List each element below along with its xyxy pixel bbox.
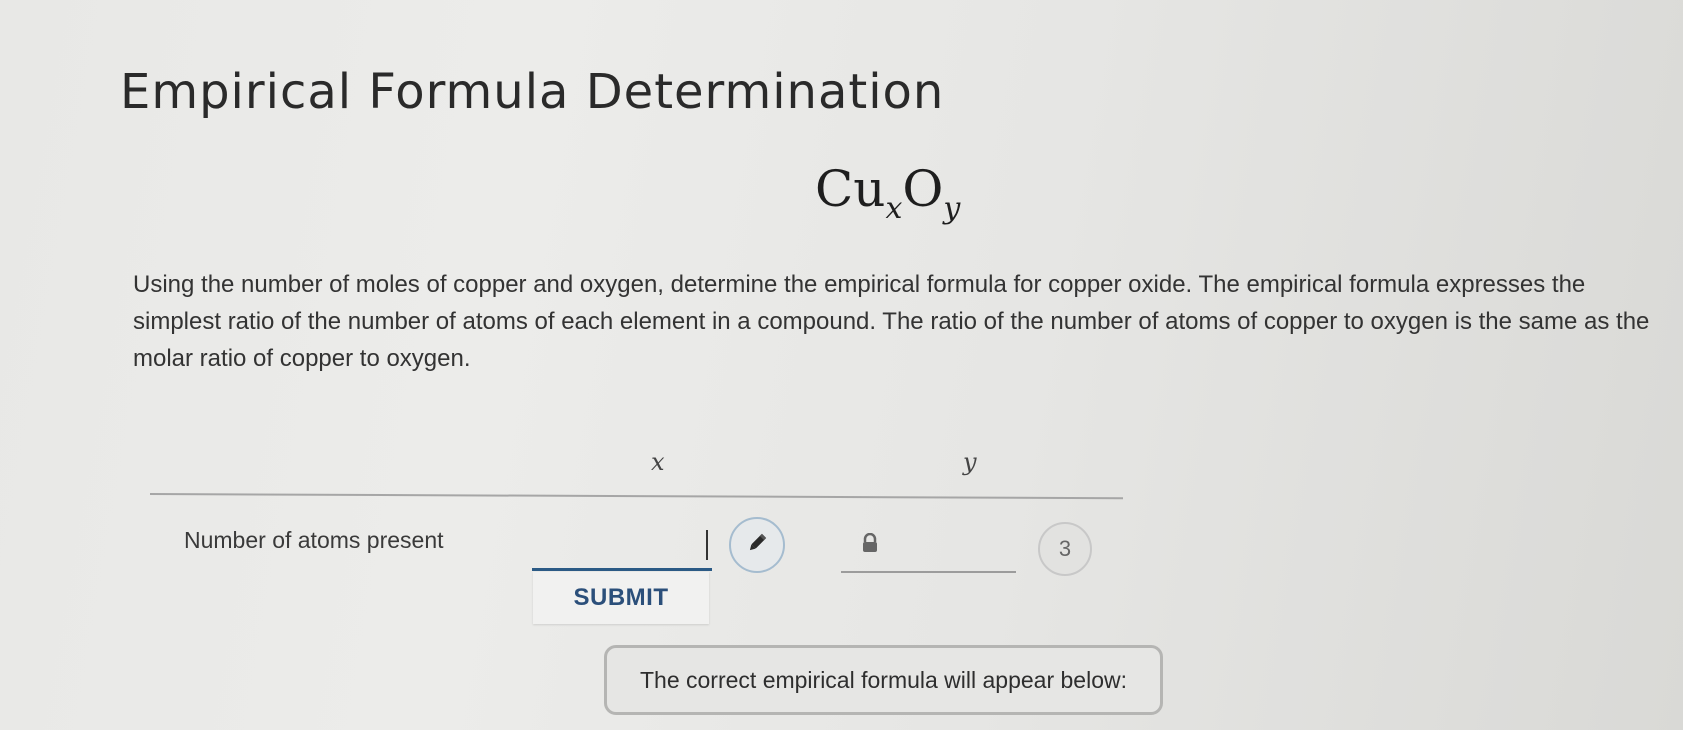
- result-box: The correct empirical formula will appea…: [604, 645, 1163, 715]
- formula-element-copper: Cu: [815, 160, 886, 218]
- column-header-y: y: [963, 448, 977, 476]
- text-caret: [706, 530, 708, 560]
- column-header-x: x: [651, 448, 665, 476]
- edit-button[interactable]: [729, 517, 785, 573]
- lock-icon: [861, 532, 879, 553]
- formula-subscript-y: y: [943, 191, 961, 226]
- pencil-icon: [744, 530, 770, 560]
- formula-subscript-x: x: [885, 191, 903, 226]
- row-label-atoms-present: Number of atoms present: [184, 527, 444, 553]
- page-title: Empirical Formula Determination: [120, 64, 945, 120]
- chemical-formula: CuxOy: [815, 160, 960, 226]
- x-answer-input[interactable]: [532, 526, 712, 571]
- table-divider: [149, 493, 1123, 500]
- submit-button[interactable]: SUBMIT: [533, 572, 709, 624]
- formula-element-oxygen: O: [902, 160, 944, 218]
- attempts-remaining-badge: 3: [1038, 522, 1092, 576]
- result-text: The correct empirical formula will appea…: [639, 666, 1128, 693]
- y-answer-locked-field: [841, 571, 1016, 573]
- instructions-text: Using the number of moles of copper and …: [133, 271, 1650, 372]
